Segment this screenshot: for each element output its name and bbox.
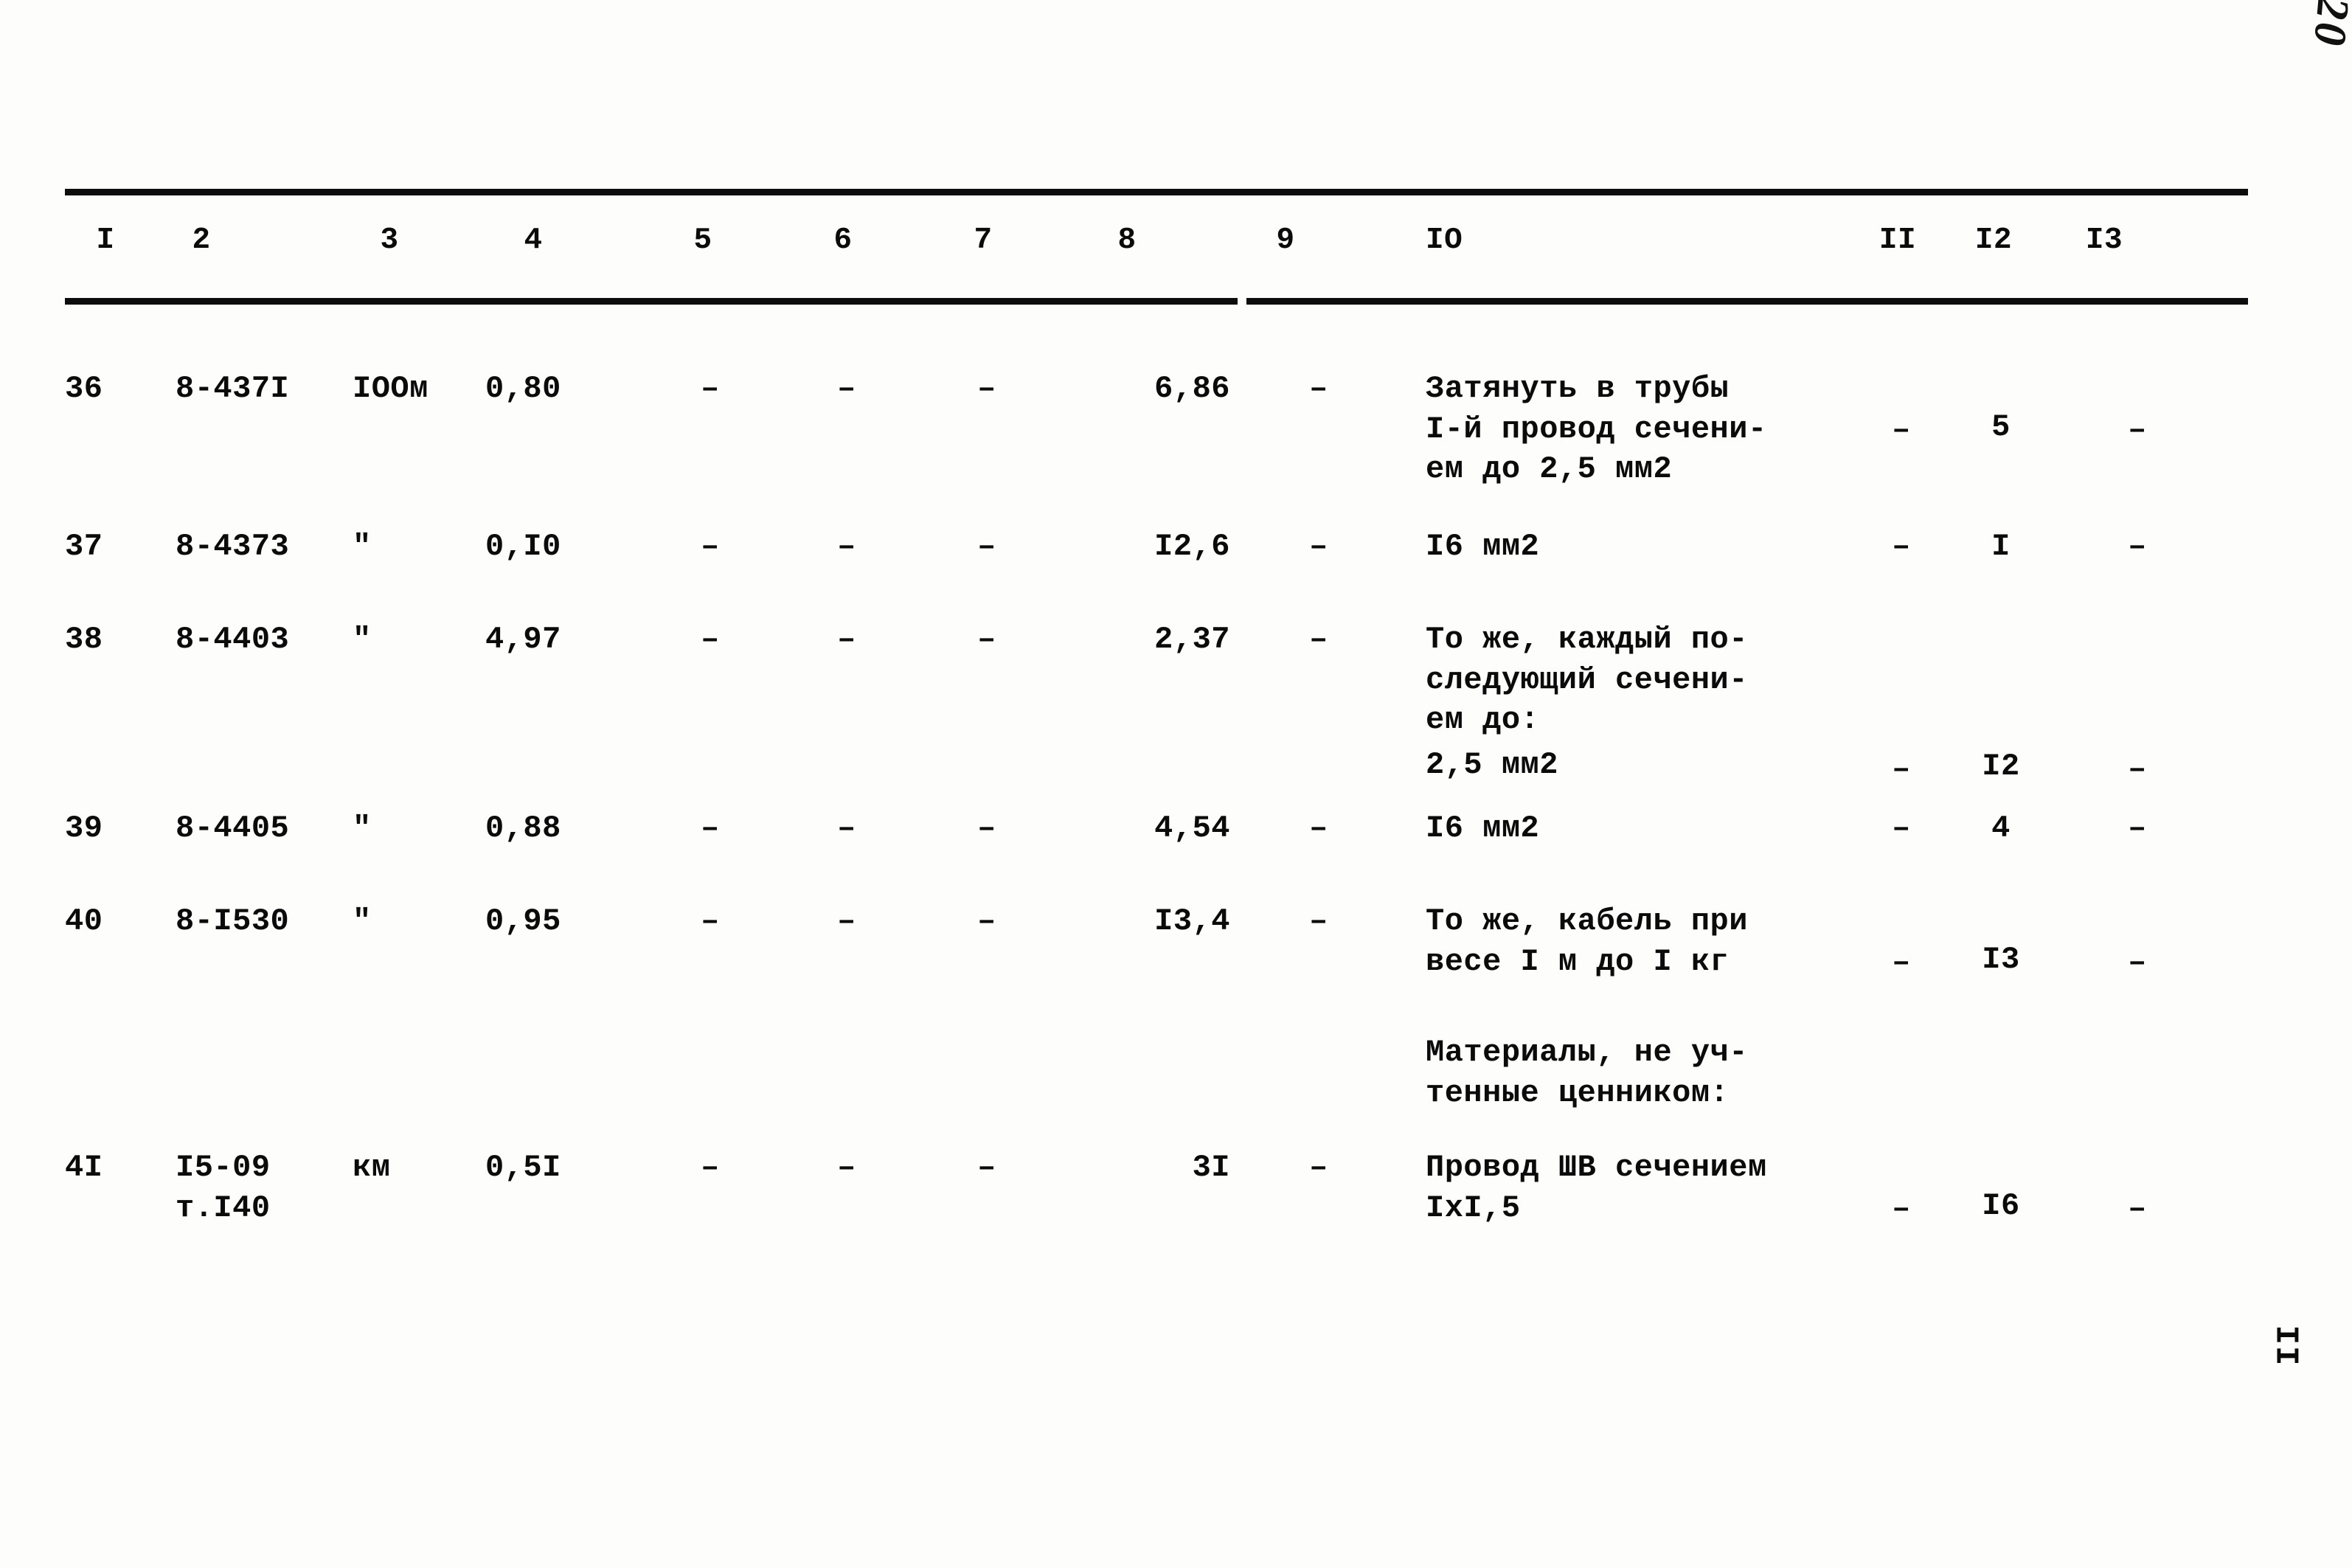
row-col7: –: [977, 811, 996, 846]
row-col6: –: [837, 1150, 856, 1185]
row-col11: –: [1892, 1191, 1911, 1227]
row-description: Провод ШВ сечением IхI,5: [1426, 1150, 1767, 1226]
row-col13: –: [2128, 752, 2147, 787]
row-col12: I3: [1982, 942, 2020, 977]
row-col5: –: [701, 1150, 720, 1185]
table-header-rule-left: [65, 298, 1238, 305]
row-col13: –: [2128, 945, 2147, 980]
row-col7: –: [977, 1150, 996, 1185]
row-description: Затянуть в трубы I-й провод сечени- ем д…: [1426, 371, 1767, 488]
row-quantity: 0,80: [485, 371, 561, 406]
row-col5: –: [701, 811, 720, 846]
row-col7: –: [977, 371, 996, 406]
row-quantity: 0,I0: [485, 529, 561, 564]
row-col12: I2: [1982, 749, 2020, 784]
row-number: 39: [65, 811, 103, 846]
row-quantity: 0,88: [485, 811, 561, 846]
scanned-page: I 2 3 4 5 6 7 8 9 IO II I2 I3 36 8-437I …: [0, 0, 2352, 1568]
table-header-rule-right: [1246, 298, 2248, 305]
row-col6: –: [837, 529, 856, 564]
row-col9: –: [1309, 529, 1328, 564]
column-header-2: 2: [192, 223, 211, 257]
row-col8: 2,37: [1154, 622, 1230, 657]
row-quantity: 4,97: [485, 622, 561, 657]
page-number-marker: II: [2266, 1325, 2304, 1367]
row-description: I6 мм2: [1426, 811, 1540, 846]
column-header-12: I2: [1974, 223, 2013, 257]
row-quantity: 0,95: [485, 903, 561, 939]
row-code: 8-4405: [176, 811, 290, 846]
row-code: I5-09 т.I40: [176, 1150, 271, 1226]
row-unit: ": [353, 529, 372, 564]
column-header-10: IO: [1426, 223, 1463, 257]
row-unit: км: [353, 1150, 391, 1185]
row-col7: –: [977, 529, 996, 564]
row-number: 38: [65, 622, 103, 657]
row-col13: –: [2128, 811, 2147, 846]
column-header-4: 4: [524, 223, 543, 257]
row-col9: –: [1309, 1150, 1328, 1185]
row-description-continued: 2,5 мм2: [1426, 747, 1558, 783]
row-col12: I6: [1982, 1188, 2020, 1224]
row-col6: –: [837, 903, 856, 939]
column-header-3: 3: [380, 223, 399, 257]
row-col6: –: [837, 811, 856, 846]
row-col9: –: [1309, 622, 1328, 657]
row-description: То же, кабель при весе I м до I кг: [1426, 903, 1748, 979]
row-col11: –: [1892, 752, 1911, 787]
row-number: 37: [65, 529, 103, 564]
row-col5: –: [701, 529, 720, 564]
column-header-7: 7: [974, 223, 993, 257]
row-unit: ": [353, 903, 372, 939]
row-number: 40: [65, 903, 103, 939]
row-code: 8-I530: [176, 903, 290, 939]
row-col11: –: [1892, 529, 1911, 564]
row-col12: 4: [1991, 811, 2011, 846]
row-col12: I: [1991, 529, 2011, 564]
row-unit: IOOм: [353, 371, 429, 406]
row-unit: ": [353, 622, 372, 657]
row-description: I6 мм2: [1426, 529, 1540, 564]
column-header-5: 5: [693, 223, 712, 257]
row-col7: –: [977, 903, 996, 939]
row-col5: –: [701, 371, 720, 406]
row-col8: 4,54: [1154, 811, 1230, 846]
row-quantity: 0,5I: [485, 1150, 561, 1185]
row-unit: ": [353, 811, 372, 846]
row-col13: –: [2128, 1191, 2147, 1227]
column-header-1: I: [96, 223, 115, 257]
column-header-13: I3: [2085, 223, 2123, 257]
row-col5: –: [701, 622, 720, 657]
row-col11: –: [1892, 811, 1911, 846]
section-note: Материалы, не уч- тенные ценником:: [1426, 1035, 1748, 1111]
row-col11: –: [1892, 412, 1911, 448]
row-col8: 6,86: [1154, 371, 1230, 406]
row-col7: –: [977, 622, 996, 657]
row-code: 8-4403: [176, 622, 290, 657]
row-col8: I2,6: [1154, 529, 1230, 564]
row-col9: –: [1309, 371, 1328, 406]
row-number: 4I: [65, 1150, 103, 1185]
row-col13: –: [2128, 412, 2147, 448]
column-header-9: 9: [1276, 223, 1295, 257]
row-col11: –: [1892, 945, 1911, 980]
row-number: 36: [65, 371, 103, 406]
row-description: То же, каждый по- следующий сечени- ем д…: [1426, 622, 1748, 738]
row-col12: 5: [1991, 409, 2011, 445]
column-header-11: II: [1879, 223, 1917, 257]
column-header-6: 6: [833, 223, 853, 257]
row-col13: –: [2128, 529, 2147, 564]
row-code: 8-437I: [176, 371, 290, 406]
row-col9: –: [1309, 811, 1328, 846]
row-col8: I3,4: [1154, 903, 1230, 939]
column-header-8: 8: [1117, 223, 1137, 257]
row-col6: –: [837, 371, 856, 406]
row-col6: –: [837, 622, 856, 657]
row-col8: 3I: [1192, 1150, 1230, 1185]
row-code: 8-4373: [176, 529, 290, 564]
row-col9: –: [1309, 903, 1328, 939]
row-col5: –: [701, 903, 720, 939]
handwritten-margin-code: 264.12-220: [2303, 0, 2352, 50]
table-top-rule: [65, 189, 2248, 195]
